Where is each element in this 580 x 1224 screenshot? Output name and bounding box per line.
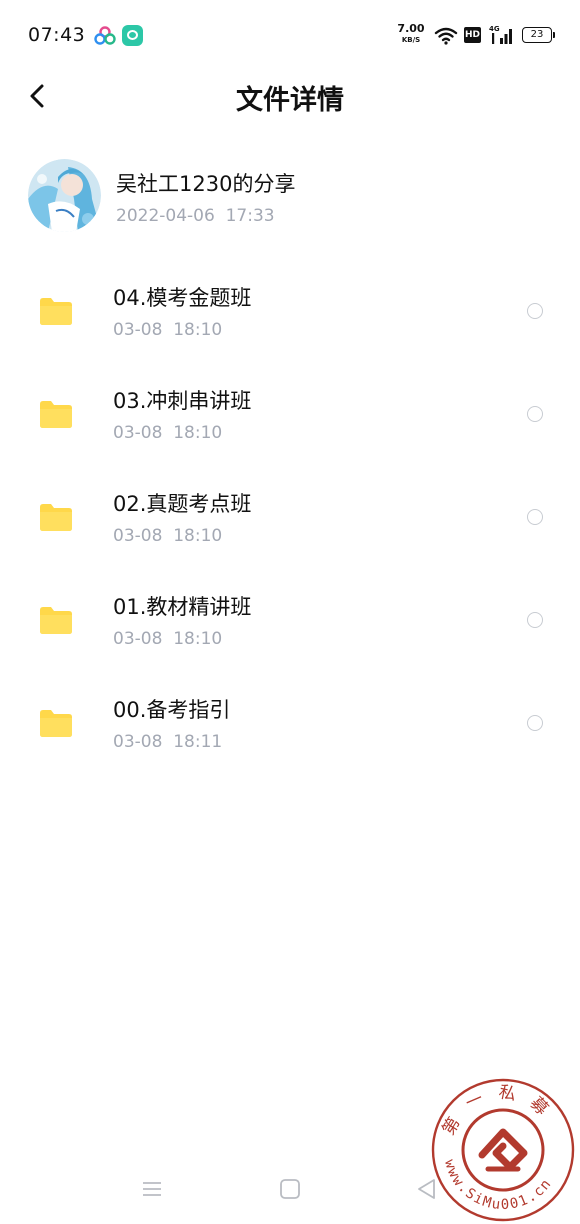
list-item[interactable]: 00.备考指引 03-08 18:11 <box>0 680 580 783</box>
file-time: 03-08 18:10 <box>113 423 223 443</box>
file-name: 01.教材精讲班 <box>113 595 252 619</box>
header: 文件详情 <box>0 72 580 120</box>
list-item[interactable]: 01.教材精讲班 03-08 18:10 <box>0 577 580 680</box>
sharer-name: 吴社工1230的分享 <box>116 172 296 196</box>
file-name: 03.冲刺串讲班 <box>113 389 252 413</box>
list-item[interactable]: 04.模考金题班 03-08 18:10 <box>0 268 580 371</box>
avatar <box>28 159 101 232</box>
folder-icon <box>40 401 72 428</box>
hd-icon: HD <box>464 27 481 43</box>
select-radio[interactable] <box>527 509 543 525</box>
network-speed: 7.00 KB/S <box>396 22 426 45</box>
wifi-icon <box>434 27 458 45</box>
app-notification-icon <box>94 26 116 45</box>
home-icon[interactable] <box>279 1178 301 1200</box>
page-title: 文件详情 <box>236 85 344 116</box>
file-time: 03-08 18:10 <box>113 526 223 546</box>
folder-icon <box>40 504 72 531</box>
folder-icon <box>40 710 72 737</box>
select-radio[interactable] <box>527 612 543 628</box>
net-speed-value: 7.00 <box>397 22 425 35</box>
watermark-stamp: 第一私募 www.SiMu001.cn <box>431 1078 575 1222</box>
select-radio[interactable] <box>527 303 543 319</box>
status-bar: 07:43 7.00 KB/S HD 4G 23 <box>0 0 580 72</box>
select-radio[interactable] <box>527 715 543 731</box>
list-item[interactable]: 02.真题考点班 03-08 18:10 <box>0 474 580 577</box>
network-type-label: 4G <box>489 25 500 33</box>
signal-icon: 4G <box>489 25 512 44</box>
app-chat-icon <box>122 25 143 46</box>
file-list: 04.模考金题班 03-08 18:10 03.冲刺串讲班 03-08 18:1… <box>0 268 580 783</box>
list-item[interactable]: 03.冲刺串讲班 03-08 18:10 <box>0 371 580 474</box>
file-time: 03-08 18:11 <box>113 732 223 752</box>
file-name: 04.模考金题班 <box>113 286 252 310</box>
file-time: 03-08 18:10 <box>113 629 223 649</box>
file-time: 03-08 18:10 <box>113 320 223 340</box>
net-speed-unit: KB/S <box>401 36 421 44</box>
file-name: 00.备考指引 <box>113 698 231 722</box>
folder-icon <box>40 607 72 634</box>
share-date: 2022-04-06 17:33 <box>116 206 275 226</box>
menu-icon[interactable] <box>140 1178 164 1200</box>
battery-icon: 23 <box>522 27 555 43</box>
select-radio[interactable] <box>527 406 543 422</box>
file-name: 02.真题考点班 <box>113 492 252 516</box>
share-info: 吴社工1230的分享 2022-04-06 17:33 <box>28 158 548 234</box>
status-time: 07:43 <box>28 24 86 46</box>
folder-icon <box>40 298 72 325</box>
